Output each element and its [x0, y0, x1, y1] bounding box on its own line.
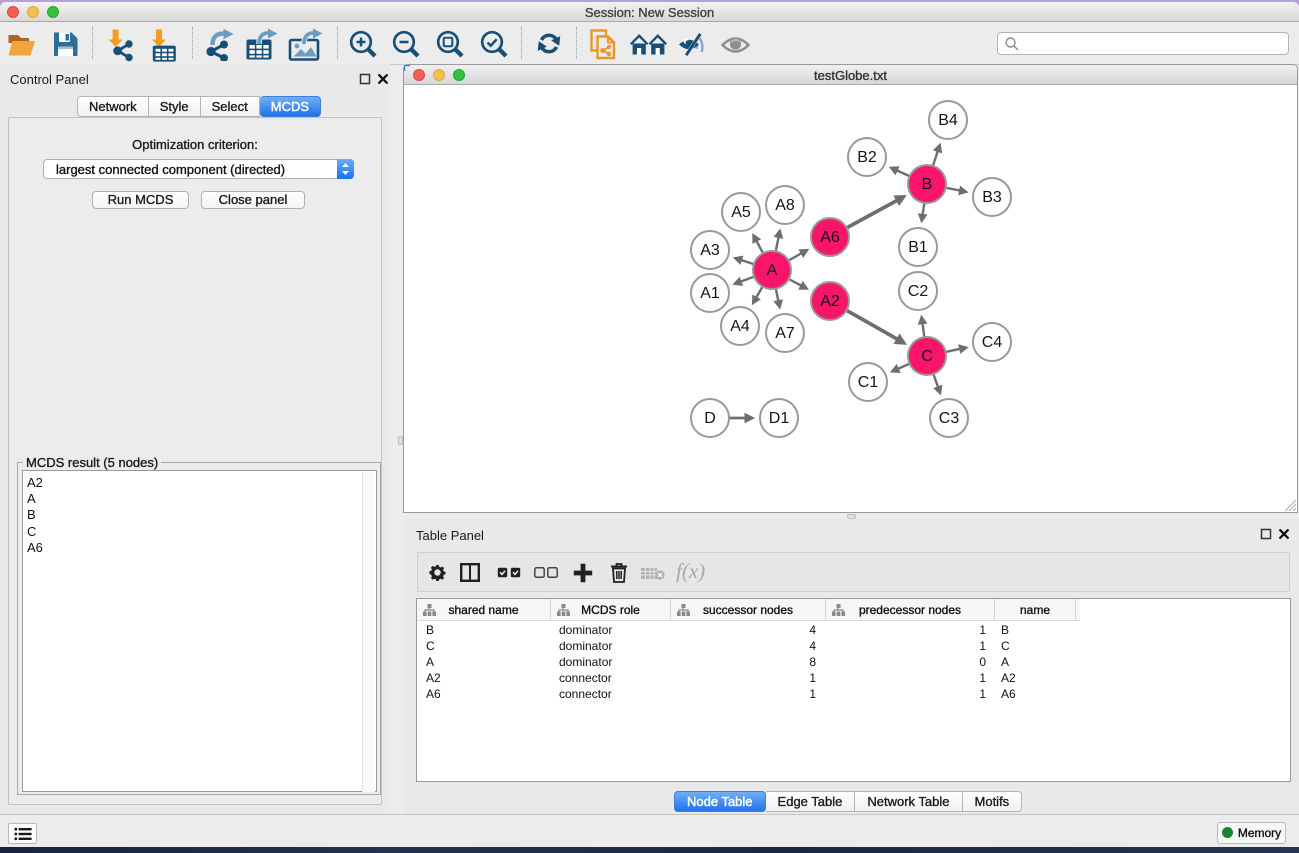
svg-text:D: D: [704, 410, 716, 427]
svg-text:B: B: [922, 176, 933, 193]
svg-text:A6: A6: [820, 229, 840, 246]
svg-text:A5: A5: [731, 204, 751, 221]
svg-text:C: C: [921, 348, 933, 365]
svg-text:C4: C4: [982, 334, 1003, 351]
svg-text:A4: A4: [730, 318, 750, 335]
svg-text:B1: B1: [908, 239, 928, 256]
svg-text:A2: A2: [820, 293, 840, 310]
svg-text:D1: D1: [769, 410, 790, 427]
svg-text:A3: A3: [700, 242, 720, 259]
svg-text:C3: C3: [939, 410, 960, 427]
svg-text:A: A: [767, 262, 778, 279]
svg-text:C1: C1: [858, 374, 879, 391]
svg-text:B3: B3: [982, 189, 1002, 206]
svg-text:A8: A8: [775, 197, 795, 214]
svg-text:A1: A1: [700, 285, 720, 302]
svg-text:B4: B4: [938, 112, 958, 129]
svg-text:A7: A7: [775, 325, 795, 342]
svg-text:B2: B2: [857, 149, 877, 166]
svg-text:C2: C2: [908, 283, 929, 300]
